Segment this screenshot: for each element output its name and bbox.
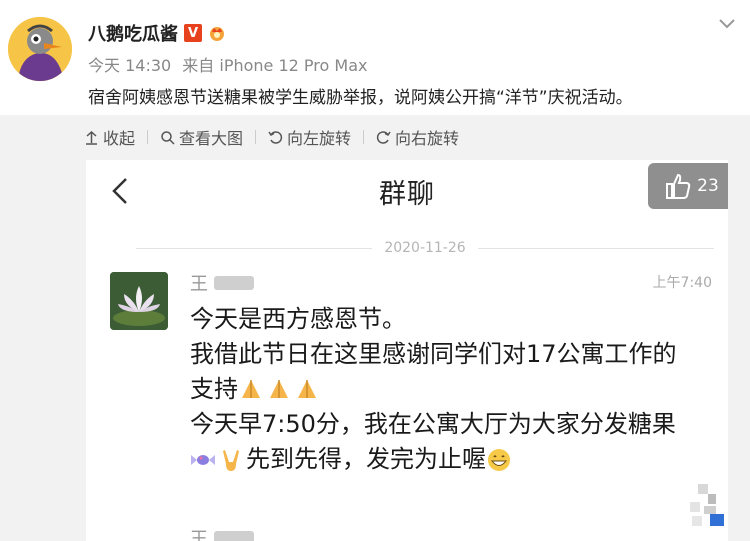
- toolbar-divider: [255, 130, 257, 144]
- victory-hand-emoji-icon: [223, 450, 239, 471]
- crown-badge-icon: [210, 27, 224, 41]
- sender-name-text: 王: [190, 274, 208, 295]
- grin-emoji-icon: [488, 449, 510, 471]
- rotate-right-label: 向右旋转: [395, 129, 460, 148]
- pray-emoji-icon: [298, 380, 316, 398]
- message-line-text: 支持: [190, 375, 238, 403]
- message-line: 今天早7:50分，我在公寓大厅为大家分发糖果: [190, 410, 676, 438]
- message-time: 上午7:40: [652, 275, 712, 291]
- next-sender-name: 王: [190, 525, 254, 541]
- message-line: 我借此节日在这里感谢同学们对17公寓工作的: [190, 340, 677, 368]
- post-text: 宿舍阿姨感恩节送糖果被学生威胁举报，说阿姨公开搞“洋节”庆祝活动。: [88, 88, 633, 108]
- message-line-text: 先到先得，发完为止喔: [246, 445, 486, 473]
- username[interactable]: 八鹅吃瓜酱 V: [88, 20, 226, 46]
- date-divider: 2020-11-26: [136, 240, 714, 256]
- sender-name: 王: [190, 270, 254, 296]
- rotate-left-icon: [268, 130, 283, 144]
- username-text[interactable]: 八鹅吃瓜酱: [88, 20, 178, 46]
- rotate-left-button[interactable]: 向左旋转: [268, 125, 351, 149]
- message-line-3: 支持: [190, 372, 720, 407]
- pixelated-corner-icon: [690, 484, 724, 526]
- search-icon: [161, 130, 175, 145]
- chat-date: 2020-11-26: [384, 240, 466, 256]
- blurred-name: [214, 276, 254, 290]
- toolbar-divider: [363, 130, 365, 144]
- view-large-label: 查看大图: [179, 129, 244, 148]
- message-line-5: 先到先得，发完为止喔: [190, 442, 720, 477]
- toolbar-divider: [147, 130, 149, 144]
- sender-avatar[interactable]: [110, 272, 168, 330]
- collapse-button[interactable]: 收起: [84, 125, 135, 149]
- chat-screenshot[interactable]: 群聊 23 2020-11-26 王 上午7:40 今天是西方感恩节。 我借此节…: [86, 160, 728, 541]
- post-source[interactable]: 来自 iPhone 12 Pro Max: [182, 56, 367, 75]
- rotate-right-button[interactable]: 向右旋转: [376, 125, 459, 149]
- post-meta: 今天 14:30 来自 iPhone 12 Pro Max: [88, 52, 367, 76]
- like-count: 23: [697, 176, 719, 196]
- rotate-right-icon: [376, 130, 391, 144]
- view-large-button[interactable]: 查看大图: [160, 125, 243, 149]
- message-line: 今天是西方感恩节。: [190, 305, 406, 333]
- next-sender-text: 王: [190, 529, 208, 541]
- message-body: 今天是西方感恩节。 我借此节日在这里感谢同学们对17公寓工作的 支持 今天早7:…: [190, 302, 720, 477]
- post-time: 今天 14:30: [88, 56, 172, 75]
- blurred-name: [214, 531, 254, 541]
- chevron-down-icon[interactable]: [718, 14, 736, 32]
- rotate-left-label: 向左旋转: [287, 129, 352, 148]
- duck-avatar-icon: [8, 17, 72, 81]
- image-toolbar: 收起 查看大图 向左旋转 向右旋转: [84, 126, 459, 148]
- pray-emoji-icon: [242, 380, 260, 398]
- avatar[interactable]: [8, 17, 72, 81]
- thumbs-up-icon: [666, 173, 691, 199]
- arrow-up-icon: [86, 130, 97, 145]
- collapse-label: 收起: [103, 129, 136, 148]
- pray-emoji-icon: [270, 380, 288, 398]
- candy-emoji-icon: [191, 455, 215, 465]
- lotus-avatar-icon: [110, 272, 168, 330]
- chat-title: 群聊: [379, 179, 435, 210]
- like-button[interactable]: 23: [648, 163, 728, 209]
- verified-badge-icon: V: [184, 24, 202, 42]
